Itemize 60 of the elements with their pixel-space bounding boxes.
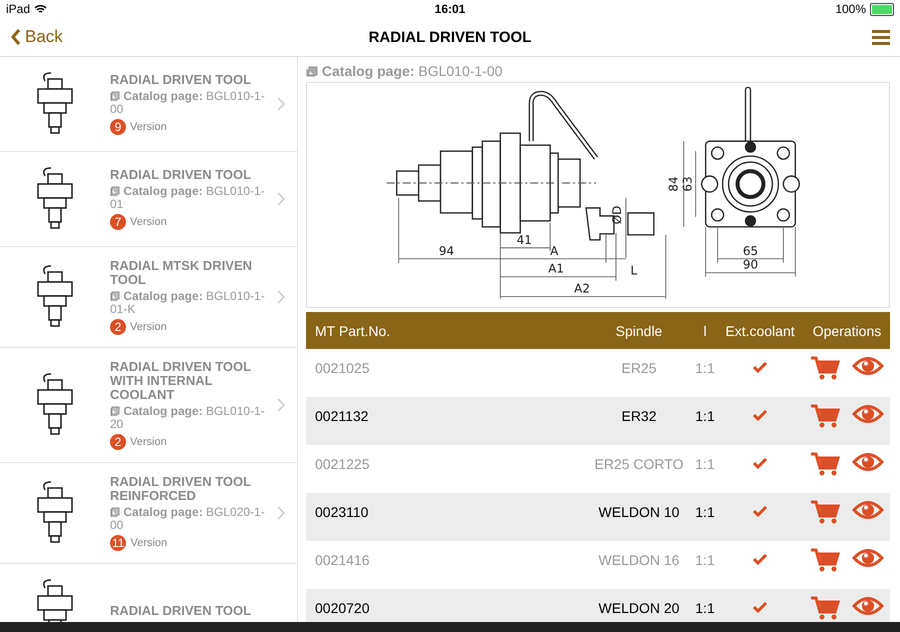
version-label: Version: [130, 537, 168, 549]
product-title: RADIAL DRIVEN TOOL REINFORCED: [110, 475, 252, 503]
table-cell: 0021225: [306, 445, 584, 493]
column-header: Ext.coolant: [716, 312, 804, 349]
column-header: l: [694, 312, 716, 349]
version-count-badge: 2: [110, 319, 126, 335]
catalog-page-text: Catalog page: BGL010-1-01: [110, 185, 266, 211]
version-label: Version: [130, 121, 167, 133]
catalog-page-text: Catalog page: BGL020-1-00: [110, 506, 266, 532]
catalog-page-text: Catalog page: BGL010-1-20: [110, 405, 266, 431]
table-cell: 1:1: [694, 541, 716, 589]
device-name: iPad: [6, 2, 30, 16]
table-cell: WELDON 10: [584, 493, 694, 541]
table-cell: 0021416: [306, 541, 584, 589]
column-header: Spindle: [584, 312, 694, 349]
catalog-page-text: Catalog page: BGL010-1-01-K: [110, 290, 266, 316]
dimension-label: 65: [742, 244, 758, 258]
table-cell: 1:1: [694, 589, 716, 622]
dimension-label: L: [630, 264, 638, 278]
table-cell: WELDON 20: [584, 589, 694, 622]
dimension-label: 41: [516, 232, 532, 247]
dimension-label: A2: [574, 282, 590, 296]
battery-percent: 100%: [835, 2, 866, 16]
catalog-page-text: Catalog page: BGL010-1-00: [110, 90, 266, 116]
table-cell: 0020720: [306, 589, 584, 622]
table-cell: 1:1: [694, 349, 716, 397]
version-label: Version: [130, 436, 167, 448]
table-cell: 1:1: [694, 397, 716, 445]
clock: 16:01: [434, 2, 466, 16]
table-cell: 0021132: [306, 397, 584, 445]
version-label: Version: [130, 321, 167, 333]
version-count-badge: 9: [110, 119, 126, 135]
version-count-badge: 2: [110, 434, 126, 450]
column-header: MT Part.No.: [306, 312, 584, 349]
catalog-page-text: Catalog page: BGL010-1-00: [306, 63, 890, 79]
table-cell: ER25: [584, 349, 694, 397]
version-count-badge: 7: [110, 214, 126, 230]
table-cell: 0021025: [306, 349, 584, 397]
table-cell: ER25 CORTO: [584, 445, 694, 493]
product-title: RADIAL DRIVEN TOOL: [110, 604, 252, 618]
product-title: RADIAL DRIVEN TOOL: [110, 168, 252, 182]
table-cell: 1:1: [694, 493, 716, 541]
dimension-label: A: [550, 244, 558, 258]
dimension-label: 63: [680, 176, 695, 192]
dimension-label: 84: [666, 176, 681, 192]
dimension-label: A1: [548, 262, 564, 276]
dimension-label: 94: [438, 244, 454, 258]
table-cell: 0023110: [306, 493, 584, 541]
product-title: RADIAL MTSK DRIVEN TOOL: [110, 259, 254, 287]
page-title: RADIAL DRIVEN TOOL: [368, 28, 532, 46]
table-cell: ER32: [584, 397, 694, 445]
table-cell: 1:1: [694, 445, 716, 493]
version-label: Version: [130, 216, 167, 228]
dimension-label: 90: [742, 258, 758, 272]
table-cell: WELDON 16: [584, 541, 694, 589]
column-header: Operations: [804, 312, 890, 349]
version-count-badge: 11: [110, 535, 126, 551]
back-button[interactable]: Back: [0, 27, 63, 47]
product-title: RADIAL DRIVEN TOOL WITH INTERNAL COOLANT: [110, 360, 252, 402]
product-title: RADIAL DRIVEN TOOL: [110, 73, 252, 87]
